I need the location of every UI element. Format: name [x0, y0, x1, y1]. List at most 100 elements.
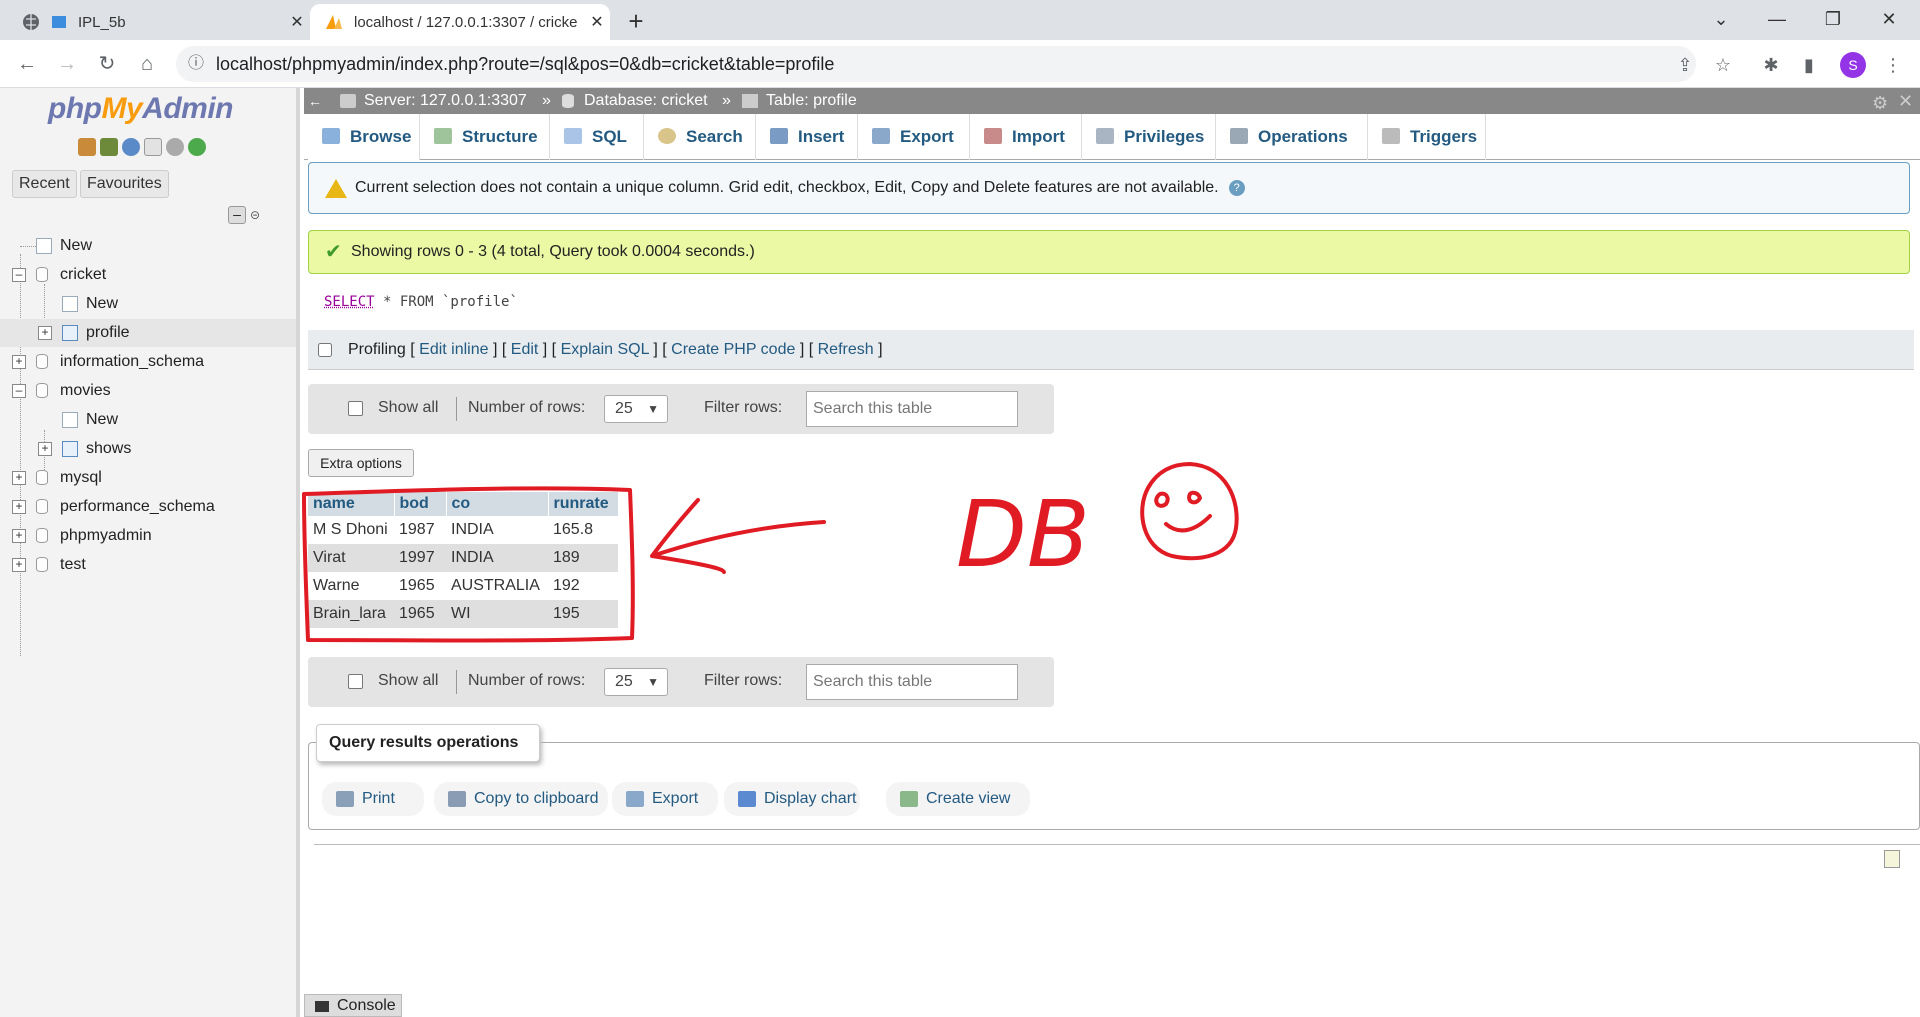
- tab-title: IPL_5b: [78, 13, 126, 31]
- breadcrumb-separator: »: [542, 92, 551, 109]
- expand-icon[interactable]: +: [38, 442, 52, 456]
- tab-favourites[interactable]: Favourites: [80, 170, 169, 198]
- collapse-all-icon[interactable]: –: [228, 206, 246, 224]
- tab-export[interactable]: Export: [858, 114, 970, 160]
- profiling-checkbox[interactable]: [318, 343, 332, 357]
- number-of-rows-select[interactable]: 25 ▼: [604, 395, 668, 423]
- tree-label: cricket: [60, 266, 107, 283]
- menu-icon[interactable]: ⋮: [1880, 52, 1906, 78]
- side-panel-icon[interactable]: ▮: [1796, 52, 1822, 78]
- phpmyadmin-logo[interactable]: phpMyAdmin: [48, 92, 233, 126]
- collapse-nav-icon[interactable]: ←: [308, 88, 322, 114]
- settings-gear-icon[interactable]: [166, 138, 184, 156]
- create-php-code-link[interactable]: Create PHP code: [671, 341, 795, 358]
- tab-search[interactable]: Search: [644, 114, 756, 160]
- browser-tab-phpmyadmin[interactable]: localhost / 127.0.0.1:3307 / cricke ✕: [310, 4, 610, 40]
- column-header-bod[interactable]: bod: [394, 492, 447, 516]
- collapse-icon[interactable]: –: [12, 384, 26, 398]
- expand-icon[interactable]: +: [12, 529, 26, 543]
- console-toggle[interactable]: Console: [304, 994, 402, 1017]
- print-button[interactable]: Print: [322, 782, 424, 816]
- reload-navigation-icon[interactable]: [188, 138, 206, 156]
- forward-icon[interactable]: →: [52, 49, 82, 79]
- tab-recent[interactable]: Recent: [12, 170, 77, 198]
- expand-icon[interactable]: +: [12, 500, 26, 514]
- expand-icon[interactable]: +: [12, 558, 26, 572]
- tab-insert[interactable]: Insert: [756, 114, 858, 160]
- display-chart-button[interactable]: Display chart: [724, 782, 860, 816]
- cell: 165.8: [548, 516, 618, 544]
- tab-triggers[interactable]: Triggers: [1368, 114, 1486, 160]
- close-window-button[interactable]: ✕: [1866, 4, 1912, 34]
- new-tab-button[interactable]: +: [622, 6, 650, 37]
- copy-to-clipboard-button[interactable]: Copy to clipboard: [434, 782, 608, 816]
- site-info-icon[interactable]: ⓘ: [188, 46, 204, 82]
- logout-icon[interactable]: [100, 138, 118, 156]
- breadcrumb-table[interactable]: Table: profile: [766, 88, 857, 114]
- collapse-icon[interactable]: –: [12, 268, 26, 282]
- cell: WI: [446, 600, 548, 628]
- expand-icon[interactable]: +: [12, 355, 26, 369]
- import-icon: [984, 128, 1002, 144]
- bookmark-star-icon[interactable]: ☆: [1710, 52, 1736, 78]
- tree-label: New: [86, 295, 119, 312]
- reload-icon[interactable]: ↻: [92, 49, 122, 79]
- breadcrumb: ← Server: 127.0.0.1:3307 » Database: cri…: [304, 88, 1920, 114]
- show-all-checkbox[interactable]: [348, 674, 363, 689]
- number-of-rows-label: Number of rows:: [468, 672, 586, 689]
- chart-icon: [738, 791, 756, 807]
- back-icon[interactable]: ←: [12, 49, 42, 79]
- filter-rows-input[interactable]: Search this table: [806, 664, 1018, 700]
- column-header-co[interactable]: co: [446, 492, 549, 516]
- profile-avatar[interactable]: S: [1840, 52, 1866, 78]
- expand-icon[interactable]: +: [12, 471, 26, 485]
- tab-browse[interactable]: Browse: [308, 114, 420, 160]
- extra-options-button[interactable]: Extra options: [308, 449, 414, 477]
- column-header-runrate[interactable]: runrate: [548, 492, 619, 516]
- restore-button[interactable]: ❐: [1810, 4, 1856, 34]
- breadcrumb-database[interactable]: Database: cricket: [584, 88, 708, 114]
- divider: [314, 844, 1920, 845]
- docs-icon[interactable]: [144, 138, 162, 156]
- breadcrumb-server[interactable]: Server: 127.0.0.1:3307: [364, 88, 527, 114]
- close-icon[interactable]: ✕: [1898, 88, 1913, 114]
- refresh-link[interactable]: Refresh: [818, 341, 874, 358]
- expand-icon[interactable]: +: [38, 326, 52, 340]
- help-icon[interactable]: ?: [1228, 180, 1245, 196]
- minimize-button[interactable]: —: [1754, 4, 1800, 34]
- tab-search-icon[interactable]: ⌄: [1698, 4, 1744, 34]
- edit-inline-link[interactable]: Edit inline: [419, 341, 488, 358]
- number-of-rows-select[interactable]: 25 ▼: [604, 668, 668, 696]
- tab-sql[interactable]: SQL: [550, 114, 644, 160]
- settings-gear-icon[interactable]: ⚙: [1872, 90, 1888, 116]
- tab-structure[interactable]: Structure: [420, 114, 550, 160]
- create-view-button[interactable]: Create view: [886, 782, 1030, 816]
- table-row: Warne 1965 AUSTRALIA 192: [308, 572, 618, 600]
- browser-tab-ipl[interactable]: IPL_5b ✕: [8, 4, 310, 40]
- share-icon[interactable]: ⇪: [1672, 52, 1698, 78]
- page-settings-icon[interactable]: [1884, 850, 1900, 868]
- column-header-name[interactable]: name: [308, 492, 395, 516]
- extensions-icon[interactable]: ✱: [1758, 52, 1784, 78]
- address-bar[interactable]: ⓘ localhost/phpmyadmin/index.php?route=/…: [176, 46, 1696, 82]
- sql-query[interactable]: SELECT * FROM `profile`: [324, 294, 518, 310]
- close-tab-icon[interactable]: ✕: [584, 12, 610, 32]
- tree-item-profile[interactable]: + profile: [0, 319, 296, 347]
- tab-privileges[interactable]: Privileges: [1082, 114, 1216, 160]
- sql-icon: [564, 128, 582, 144]
- filter-rows-input[interactable]: Search this table: [806, 391, 1018, 427]
- export-button[interactable]: Export: [612, 782, 718, 816]
- edit-link[interactable]: Edit: [511, 341, 539, 358]
- home-icon[interactable]: [78, 138, 96, 156]
- help-icon[interactable]: [122, 138, 140, 156]
- search-icon: [658, 128, 676, 144]
- home-icon[interactable]: ⌂: [132, 49, 162, 79]
- button-label: Export: [652, 790, 699, 807]
- warning-message: Current selection does not contain a uni…: [308, 162, 1910, 214]
- tab-operations[interactable]: Operations: [1216, 114, 1368, 160]
- link-with-main-icon[interactable]: ⊝: [250, 208, 270, 222]
- close-tab-icon[interactable]: ✕: [284, 12, 310, 32]
- tab-import[interactable]: Import: [970, 114, 1082, 160]
- show-all-checkbox[interactable]: [348, 401, 363, 416]
- explain-sql-link[interactable]: Explain SQL: [561, 341, 649, 358]
